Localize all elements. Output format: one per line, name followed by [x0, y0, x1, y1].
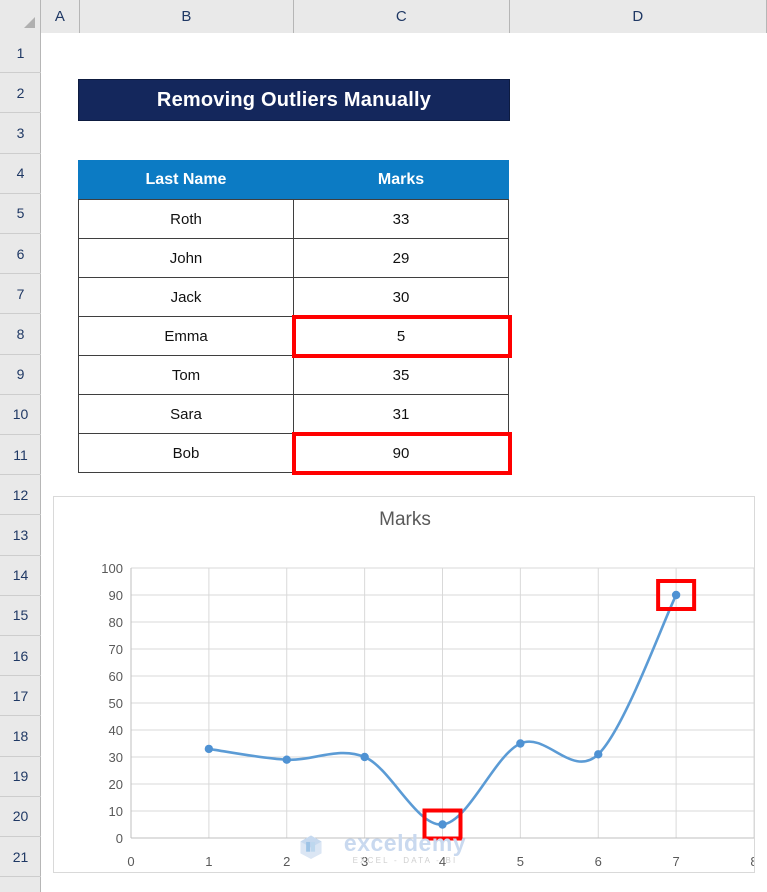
row-header-strip[interactable]: 1 2 3 4 5 6 7 8 9 10 11 12 13 14 15 16 17 18 19 20 21: [0, 33, 41, 892]
cell-marks[interactable]: 35: [293, 355, 509, 395]
y-axis-tick-label: 40: [109, 723, 123, 738]
row-header-7[interactable]: 7: [0, 274, 41, 315]
row-header-3[interactable]: 3: [0, 113, 41, 154]
y-axis-tick-label: 30: [109, 750, 123, 765]
table-row[interactable]: John 29: [78, 238, 509, 278]
x-axis-tick-label: 3: [361, 854, 368, 869]
y-axis-tick-label: 80: [109, 615, 123, 630]
row-header-1[interactable]: 1: [0, 33, 41, 74]
x-axis-tick-label: 4: [439, 854, 446, 869]
cell-marks[interactable]: 31: [293, 394, 509, 434]
y-axis-tick-label: 90: [109, 588, 123, 603]
column-header-b[interactable]: B: [80, 0, 294, 33]
x-axis-tick-label: 0: [127, 854, 134, 869]
data-table[interactable]: Last Name Marks Roth 33 John 29 Jack 30 Emma 5 Tom…: [78, 160, 509, 473]
table-row[interactable]: Sara 31: [78, 394, 509, 434]
row-header-16[interactable]: 16: [0, 636, 41, 677]
x-axis-tick-label: 1: [205, 854, 212, 869]
row-header-18[interactable]: 18: [0, 716, 41, 757]
cell-last-name[interactable]: Jack: [78, 277, 294, 317]
data-point-marker-1: [204, 744, 214, 754]
table-row[interactable]: Emma 5: [78, 316, 509, 356]
x-axis-tick-label: 6: [595, 854, 602, 869]
cell-marks[interactable]: 33: [293, 199, 509, 239]
cell-last-name[interactable]: Sara: [78, 394, 294, 434]
x-axis-tick-label: 5: [517, 854, 524, 869]
data-point-marker-6: [594, 750, 603, 759]
table-row[interactable]: Tom 35: [78, 355, 509, 395]
row-header-4[interactable]: 4: [0, 154, 41, 194]
cell-last-name[interactable]: Roth: [78, 199, 294, 239]
title-banner-cell[interactable]: Removing Outliers Manually: [78, 79, 510, 121]
column-header-a[interactable]: A: [41, 0, 80, 33]
row-header-10[interactable]: 10: [0, 395, 41, 435]
data-point-marker-3: [360, 752, 369, 762]
table-header-row: Last Name Marks: [78, 160, 509, 200]
row-header-14[interactable]: 14: [0, 556, 41, 596]
column-header-c[interactable]: C: [294, 0, 510, 33]
cell-marks[interactable]: 90: [293, 433, 509, 473]
cell-last-name[interactable]: Tom: [78, 355, 294, 395]
row-header-17[interactable]: 17: [0, 676, 41, 717]
column-header-strip[interactable]: ABCD: [0, 0, 767, 33]
chart-plot-svg: 0 10 20 30 40 50 60 70 80 90 100 0 1 2 3 4 5 6 7 8: [101, 561, 755, 869]
select-all-button[interactable]: [0, 0, 41, 33]
y-axis-tick-label: 0: [116, 831, 123, 846]
y-axis-tick-label: 20: [109, 777, 123, 792]
x-axis-tick-label: 7: [673, 854, 680, 869]
y-axis-tick-label: 100: [101, 561, 123, 576]
data-point-marker-7: [671, 590, 681, 600]
y-axis-tick-label: 70: [109, 642, 123, 657]
row-header-20[interactable]: 20: [0, 797, 41, 837]
row-header-8[interactable]: 8: [0, 314, 41, 355]
row-header-12[interactable]: 12: [0, 475, 41, 516]
row-header-15[interactable]: 15: [0, 596, 41, 636]
y-axis-tick-label: 10: [109, 804, 123, 819]
cell-marks[interactable]: 29: [293, 238, 509, 278]
line-chart[interactable]: Marks 0102030405060708090100012345678 ex…: [53, 496, 755, 873]
table-header-marks[interactable]: Marks: [293, 160, 509, 200]
cell-last-name[interactable]: Emma: [78, 316, 294, 356]
data-point-marker-5: [516, 739, 525, 748]
data-point-marker-4: [438, 820, 447, 829]
table-row[interactable]: Bob 90: [78, 433, 509, 473]
x-axis-tick-label: 2: [283, 854, 290, 869]
row-header-13[interactable]: 13: [0, 515, 41, 556]
cell-last-name[interactable]: Bob: [78, 433, 294, 473]
row-header-11[interactable]: 11: [0, 435, 41, 476]
row-header-5[interactable]: 5: [0, 194, 41, 234]
row-header-6[interactable]: 6: [0, 234, 41, 275]
row-header-21[interactable]: 21: [0, 837, 41, 878]
select-all-triangle-icon: [24, 17, 35, 28]
row-header-19[interactable]: 19: [0, 757, 41, 797]
data-point-marker-2: [282, 755, 291, 764]
table-header-last-name[interactable]: Last Name: [78, 160, 294, 200]
cell-marks[interactable]: 30: [293, 277, 509, 317]
table-row[interactable]: Jack 30: [78, 277, 509, 317]
row-header-9[interactable]: 9: [0, 355, 41, 395]
exceldemy-logo-icon: [300, 835, 322, 859]
spreadsheet-canvas: Removing Outliers Manually Last Name Mark…: [0, 0, 767, 892]
cell-marks[interactable]: 5: [293, 316, 509, 356]
column-header-d[interactable]: D: [510, 0, 767, 33]
row-header-2[interactable]: 2: [0, 73, 41, 114]
y-axis-tick-label: 50: [109, 696, 123, 711]
y-axis-tick-label: 60: [109, 669, 123, 684]
x-axis-tick-label: 8: [750, 854, 755, 869]
cell-last-name[interactable]: John: [78, 238, 294, 278]
table-row[interactable]: Roth 33: [78, 199, 509, 239]
